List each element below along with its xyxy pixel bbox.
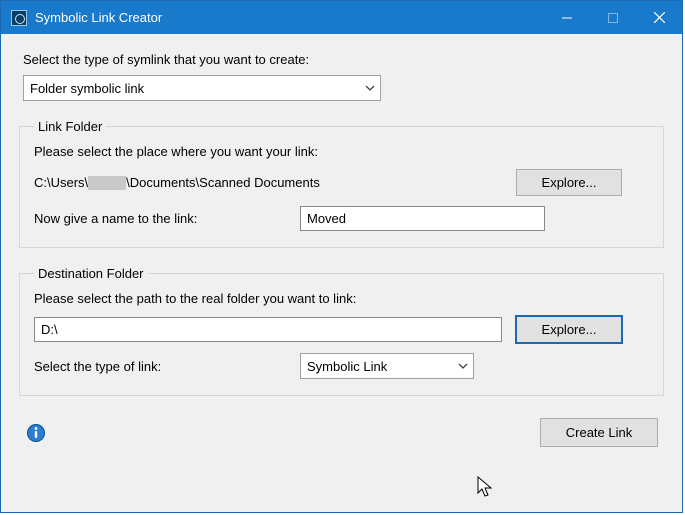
dest-path-input[interactable] — [34, 317, 502, 342]
window-title: Symbolic Link Creator — [35, 10, 162, 25]
titlebar: Symbolic Link Creator — [1, 1, 682, 34]
destination-folder-legend: Destination Folder — [34, 266, 148, 281]
link-type-value: Symbolic Link — [307, 359, 387, 374]
app-icon — [11, 10, 27, 26]
info-icon — [26, 423, 46, 443]
maximize-button — [590, 1, 636, 34]
maximize-icon — [608, 13, 618, 23]
link-folder-group: Link Folder Please select the place wher… — [19, 119, 664, 248]
minimize-button[interactable] — [544, 1, 590, 34]
symlink-type-select[interactable]: Folder symbolic link — [23, 75, 381, 101]
dest-explore-button[interactable]: Explore... — [516, 316, 622, 343]
link-type-label: Select the type of link: — [34, 359, 286, 374]
link-name-label: Now give a name to the link: — [34, 211, 286, 226]
create-link-button[interactable]: Create Link — [540, 418, 658, 447]
close-button[interactable] — [636, 1, 682, 34]
link-place-label: Please select the place where you want y… — [34, 144, 649, 159]
link-place-input[interactable]: C:\Users\\Documents\Scanned Documents — [34, 175, 502, 190]
minimize-icon — [562, 13, 572, 23]
destination-folder-group: Destination Folder Please select the pat… — [19, 266, 664, 396]
symlink-type-value: Folder symbolic link — [30, 81, 144, 96]
link-type-select[interactable]: Symbolic Link — [300, 353, 474, 379]
redacted-username — [88, 176, 126, 190]
link-explore-button[interactable]: Explore... — [516, 169, 622, 196]
dest-path-label: Please select the path to the real folde… — [34, 291, 649, 306]
link-name-input[interactable] — [300, 206, 545, 231]
link-folder-legend: Link Folder — [34, 119, 106, 134]
close-icon — [654, 12, 665, 23]
symlink-type-label: Select the type of symlink that you want… — [23, 52, 660, 67]
footer-row: Create Link — [19, 414, 664, 447]
app-window: Symbolic Link Creator Select the type of… — [0, 0, 683, 513]
content-area: Select the type of symlink that you want… — [1, 34, 682, 461]
info-button[interactable] — [25, 422, 47, 444]
